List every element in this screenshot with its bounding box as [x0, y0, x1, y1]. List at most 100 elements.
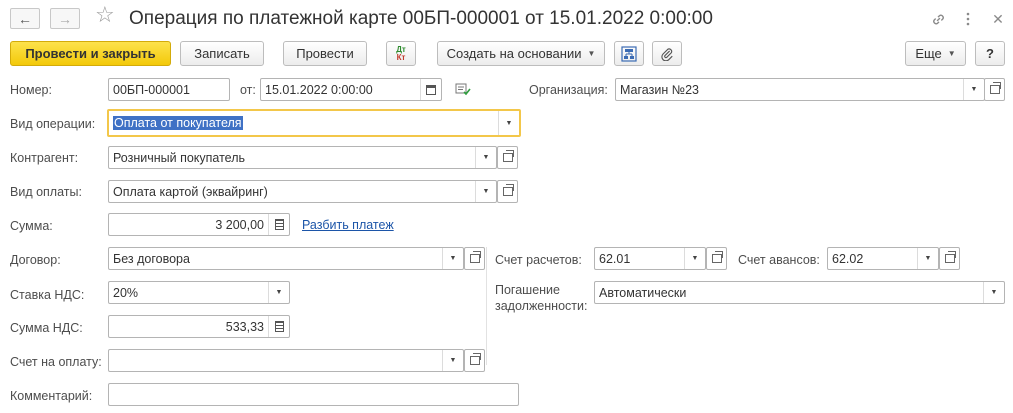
more-button[interactable]: Еще ▼ — [905, 41, 966, 66]
amount-field[interactable]: 3 200,00 — [108, 213, 290, 236]
chevron-down-icon[interactable]: ▼ — [917, 248, 938, 269]
debt-repayment-value: Автоматически — [599, 285, 687, 300]
invoice-label: Счет на оплату: — [10, 355, 102, 369]
invoice-open-button[interactable] — [464, 349, 485, 372]
chevron-down-icon[interactable]: ▼ — [475, 147, 496, 168]
chevron-down-icon[interactable]: ▼ — [268, 282, 289, 303]
calculator-button[interactable] — [268, 214, 289, 235]
open-window-icon — [989, 82, 1001, 94]
dt-kt-icon: Дт Кт — [396, 45, 406, 62]
chevron-down-icon[interactable]: ▼ — [442, 350, 463, 371]
payment-type-open-button[interactable] — [497, 180, 518, 203]
counterparty-label: Контрагент: — [10, 151, 79, 165]
amount-value: 3 200,00 — [215, 217, 264, 232]
settlement-account-label: Счет расчетов: — [495, 253, 582, 267]
chevron-down-icon[interactable]: ▼ — [475, 181, 496, 202]
vat-amount-label: Сумма НДС: — [10, 321, 83, 335]
post-and-close-button[interactable]: Провести и закрыть — [10, 41, 171, 66]
calculator-icon — [274, 219, 284, 230]
calendar-icon — [426, 84, 436, 95]
organization-label: Организация: — [529, 83, 608, 97]
calculator-button[interactable] — [268, 316, 289, 337]
star-icon[interactable]: ☆ — [95, 4, 115, 26]
post-and-close-label: Провести и закрыть — [25, 46, 156, 61]
contract-open-button[interactable] — [464, 247, 485, 270]
advance-account-field[interactable]: 62.02 ▼ — [827, 247, 939, 270]
post-button[interactable]: Провести — [283, 41, 367, 66]
counterparty-open-button[interactable] — [497, 146, 518, 169]
operation-type-field[interactable]: Оплата от покупателя ▼ — [107, 109, 521, 137]
vat-amount-value: 533,33 — [225, 319, 264, 334]
post-label: Провести — [296, 46, 354, 61]
chevron-down-icon[interactable]: ▼ — [442, 248, 463, 269]
open-window-icon — [502, 150, 514, 162]
chevron-down-icon: ▼ — [947, 49, 956, 58]
settlement-account-open-button[interactable] — [706, 247, 727, 270]
chevron-down-icon[interactable]: ▼ — [983, 282, 1004, 303]
link-icon[interactable] — [927, 8, 949, 30]
calculator-icon — [274, 321, 284, 332]
forward-button[interactable]: → — [50, 8, 80, 29]
organization-field[interactable]: Магазин №23 ▼ — [615, 78, 985, 101]
counterparty-value: Розничный покупатель — [113, 150, 246, 165]
settlement-account-field[interactable]: 62.01 ▼ — [594, 247, 706, 270]
open-window-icon — [944, 251, 956, 263]
paperclip-icon — [661, 47, 673, 61]
structure-button[interactable] — [614, 41, 644, 66]
save-button[interactable]: Записать — [180, 41, 264, 66]
chevron-down-icon[interactable]: ▼ — [963, 79, 984, 100]
advance-account-label: Счет авансов: — [738, 253, 820, 267]
vat-amount-field[interactable]: 533,33 — [108, 315, 290, 338]
hierarchy-icon — [621, 45, 637, 62]
help-button[interactable]: ? — [975, 41, 1005, 66]
number-label: Номер: — [10, 83, 52, 97]
back-button[interactable]: ← — [10, 8, 40, 29]
settlement-account-value: 62.01 — [599, 251, 631, 266]
amount-label: Сумма: — [10, 219, 53, 233]
contract-label: Договор: — [10, 253, 61, 267]
create-based-on-label: Создать на основании — [446, 46, 582, 61]
close-icon[interactable]: ✕ — [987, 8, 1009, 30]
comment-label: Комментарий: — [10, 389, 93, 403]
organization-open-button[interactable] — [984, 78, 1005, 101]
date-value: 15.01.2022 0:00:00 — [265, 82, 373, 97]
open-window-icon — [469, 353, 481, 365]
vat-rate-value: 20% — [113, 285, 139, 300]
dt-kt-button[interactable]: Дт Кт — [386, 41, 416, 66]
invoice-field[interactable]: ▼ — [108, 349, 464, 372]
from-label: от: — [240, 83, 256, 97]
comment-field[interactable] — [108, 383, 519, 406]
vat-rate-field[interactable]: 20% ▼ — [108, 281, 290, 304]
arrow-left-icon: ← — [18, 10, 32, 27]
debt-repayment-label-line2: задолженности: — [495, 299, 588, 313]
help-label: ? — [986, 46, 994, 61]
attachments-button[interactable] — [652, 41, 682, 66]
chevron-down-icon[interactable]: ▼ — [498, 111, 519, 135]
chevron-down-icon[interactable]: ▼ — [684, 248, 705, 269]
open-window-icon — [711, 251, 723, 263]
chevron-down-icon: ▼ — [587, 49, 596, 58]
save-label: Записать — [194, 46, 250, 61]
vat-rate-label: Ставка НДС: — [10, 288, 85, 302]
operation-type-value: Оплата от покупателя — [113, 116, 243, 130]
document-status-icon[interactable] — [455, 82, 471, 99]
operation-type-label: Вид операции: — [10, 117, 96, 131]
date-field[interactable]: 15.01.2022 0:00:00 — [260, 78, 442, 101]
advance-account-open-button[interactable] — [939, 247, 960, 270]
payment-type-field[interactable]: Оплата картой (эквайринг) ▼ — [108, 180, 497, 203]
calendar-button[interactable] — [420, 79, 441, 100]
contract-field[interactable]: Без договора ▼ — [108, 247, 464, 270]
split-payment-link[interactable]: Разбить платеж — [302, 218, 394, 232]
create-based-on-button[interactable]: Создать на основании ▼ — [437, 41, 605, 66]
more-vertical-icon[interactable] — [957, 8, 979, 30]
contract-value: Без договора — [113, 251, 190, 266]
debt-repayment-label-line1: Погашение — [495, 283, 560, 297]
page-title: Операция по платежной карте 00БП-000001 … — [129, 8, 713, 29]
open-window-icon — [502, 184, 514, 196]
payment-type-label: Вид оплаты: — [10, 185, 82, 199]
number-field[interactable]: 00БП-000001 — [108, 78, 230, 101]
debt-repayment-field[interactable]: Автоматически ▼ — [594, 281, 1005, 304]
payment-type-value: Оплата картой (эквайринг) — [113, 184, 268, 199]
organization-value: Магазин №23 — [620, 82, 700, 97]
counterparty-field[interactable]: Розничный покупатель ▼ — [108, 146, 497, 169]
